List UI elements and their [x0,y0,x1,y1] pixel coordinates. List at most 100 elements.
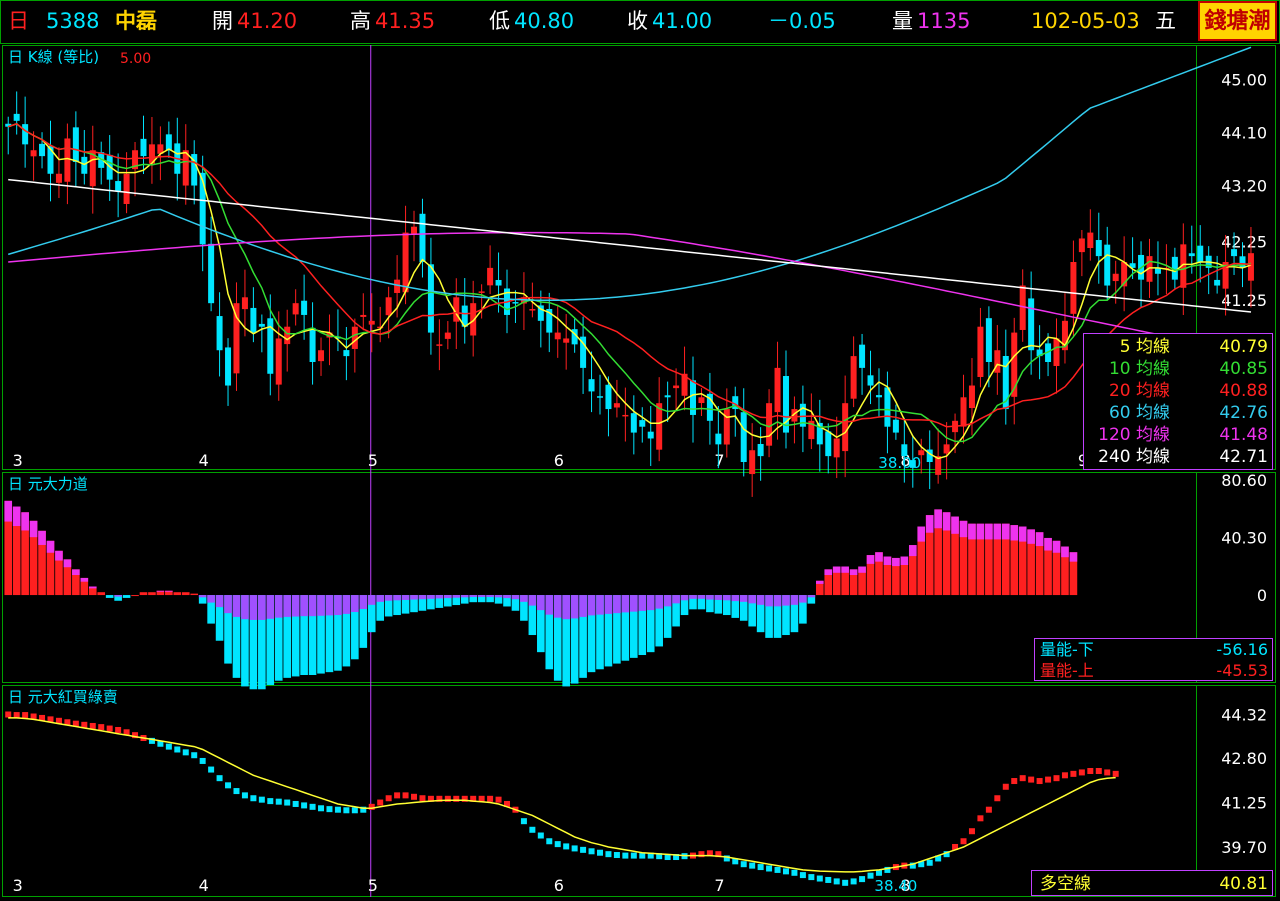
candle-body [968,385,975,409]
signal-mark [1112,770,1119,777]
candle-body [216,316,223,351]
signal-mark [546,838,553,845]
force-bar-overlay [849,569,858,576]
force-legend-label: 量能-上 [1040,661,1094,680]
force-bar-overlay [832,566,841,573]
force-bar-overlay [418,595,427,600]
candle-body [774,367,781,413]
candle-body [13,113,20,121]
force-bar [181,592,190,596]
x-tick-label: 4 [199,451,209,470]
force-bar-overlay [604,595,613,614]
signal-mark [630,852,637,859]
force-bar-overlay [621,595,630,613]
candle-body [766,403,773,446]
candle-body [275,338,282,385]
y-tick-label: 40.30 [1221,529,1267,548]
signal-mark [563,843,570,850]
candle-body [639,420,646,427]
force-bar-overlay [638,595,647,611]
ma-legend-value: 40.85 [1219,359,1268,379]
candle-body [647,431,654,439]
candle-body [123,173,130,204]
candle-body [30,150,37,157]
signal-mark [597,849,603,856]
candle-body [554,332,561,340]
force-bar-overlay [1052,540,1061,553]
force-bar-overlay [367,595,376,605]
candle-body [250,307,257,333]
force-bar-overlay [1035,532,1044,547]
force-bar-overlay [613,595,621,614]
force-bar [148,592,156,596]
candle-body [351,326,358,349]
force-bar-overlay [300,595,308,617]
force-bar-overlay [55,550,63,561]
force-bar-overlay [444,595,452,599]
force-bar-overlay [925,515,934,533]
signal-mark [258,796,265,803]
candle-body [64,138,71,182]
candle-body [850,356,857,399]
signal-mark [859,876,866,883]
force-bar-overlay [892,557,900,567]
force-bar-overlay [452,595,461,598]
force-bar-overlay [486,595,494,597]
bull-bear-line [8,717,1116,873]
force-legend-label: 量能-下 [1040,640,1094,659]
candle-body [55,173,62,183]
force-bar-overlay [351,595,359,613]
force-bar-overlay [274,595,283,618]
candle-body [994,350,1001,373]
signal-marks [5,711,1119,886]
force-bar-overlay [663,595,672,607]
signal-mark [233,788,240,795]
force-bar-overlay [156,590,165,592]
signal-mark [1061,772,1068,779]
force-bar-overlay [858,566,866,573]
candle-body [715,433,722,445]
candle-body [233,303,240,374]
candle-body [419,213,426,262]
candle-body [411,226,418,234]
force-bar-overlay [80,577,89,582]
candle-body [867,375,874,386]
signal-mark [960,838,967,845]
y-tick-label: 41.25 [1221,794,1267,813]
force-bar-overlay [435,595,444,599]
force-bar-overlay [570,595,579,619]
force-bar-overlay [4,500,13,522]
stock-chart[interactable]: 日 K線 (等比) 日 元大力道日 元大紅買綠賣 5.00 45.00 44.10 43.… [0,0,1280,901]
signal-mark [106,725,113,732]
force-bar-overlay [672,595,680,604]
force-bar-overlay [731,595,740,602]
force-bar-overlay [824,569,833,576]
candle-body [1095,240,1102,257]
force-bar-overlay [799,595,807,603]
force-bar-overlay [714,595,723,600]
candle-body [875,395,882,398]
signal-mark [622,852,629,859]
candle-body [284,326,291,345]
ma-legend-value: 40.88 [1219,381,1268,401]
force-bar-overlay [739,595,748,602]
candle-body [698,397,705,404]
force-bar-overlay [165,590,173,592]
candle-body [960,397,967,427]
force-bar-overlay [291,595,300,617]
ma-legend-value: 42.71 [1219,447,1268,467]
signal-mark [1019,775,1026,782]
candle-body [165,134,172,151]
pane-frame-2 [2,685,1197,897]
force-bar-overlay [469,595,477,597]
pane-title-0: 日 K線 (等比) [8,48,99,66]
x-tick-label: 6 [554,451,564,470]
candle-body [749,450,756,475]
ma-legend-label: 5 均線 [1120,337,1170,357]
pane-title-2: 日 元大紅買綠賣 [8,688,118,706]
signal-mark [757,864,764,871]
force-bar-overlay [782,595,790,606]
force-bar-overlay [765,595,773,607]
force-bar-overlay [393,595,401,601]
force-bar-overlay [807,595,816,598]
